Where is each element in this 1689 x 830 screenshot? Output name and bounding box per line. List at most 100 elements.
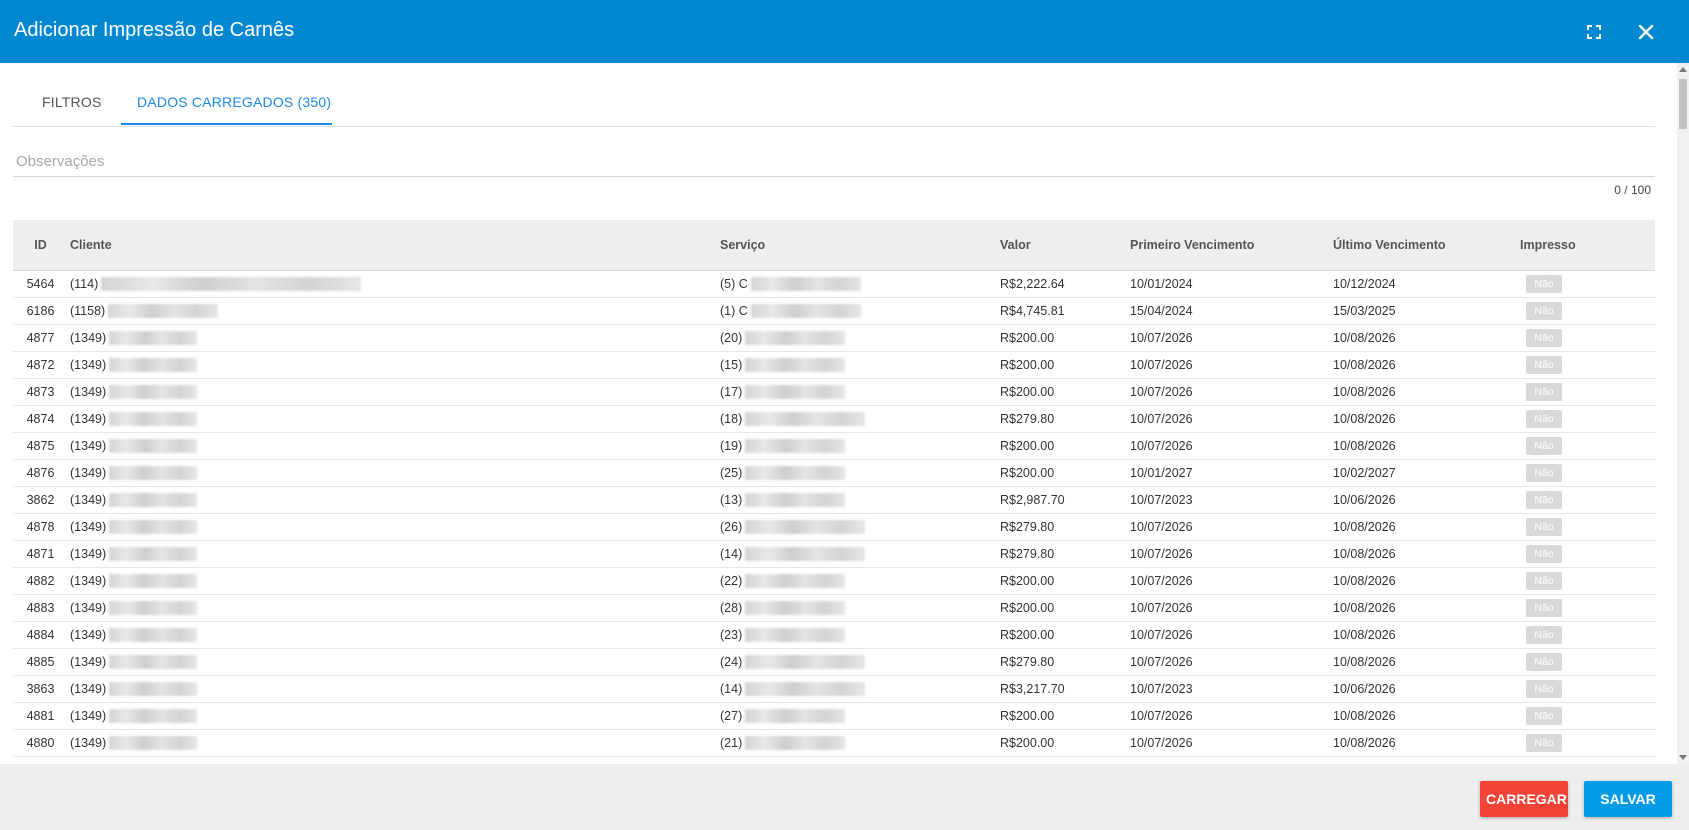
cell-ultimo-vencimento-text: 10/08/2026: [1333, 574, 1396, 588]
cell-ultimo-vencimento-text: 10/08/2026: [1333, 709, 1396, 723]
table-row[interactable]: 4885 (1349) (24) R$279.80 10/07/2026 10/08/20…: [13, 648, 1655, 676]
redacted-text: [745, 709, 846, 724]
cell-cliente: (1349): [68, 675, 720, 703]
table-row[interactable]: 4874 (1349) (18) R$279.80 10/07/2026 10/08/20…: [13, 405, 1655, 433]
cell-valor-text: R$2,987.70: [1000, 493, 1065, 507]
scrollbar-thumb[interactable]: [1679, 79, 1687, 129]
impresso-status-badge: Não: [1526, 653, 1562, 671]
cell-cliente-text: (1349): [70, 573, 107, 588]
table-row[interactable]: 4876 (1349) (25) R$200.00 10/01/2027 10/02/20…: [13, 459, 1655, 487]
cell-cliente-text: (1158): [70, 303, 106, 318]
table-row[interactable]: 4877 (1349) (20) R$200.00 10/07/2026 10/08/20…: [13, 324, 1655, 352]
redacted-text: [745, 439, 846, 454]
redacted-text: [109, 628, 198, 643]
redacted-text: [109, 466, 198, 481]
table-row[interactable]: 4882 (1349) (22) R$200.00 10/07/2026 10/08/20…: [13, 567, 1655, 595]
cell-primeiro-vencimento: 10/07/2026: [1130, 621, 1333, 649]
column-header-primeiro-vencimento[interactable]: Primeiro Vencimento: [1130, 220, 1333, 271]
cell-cliente-text: (1349): [70, 708, 107, 723]
active-tab-indicator: [121, 123, 332, 125]
tab-filtros[interactable]: FILTROS: [42, 94, 101, 110]
column-header-impresso[interactable]: Impresso: [1520, 220, 1655, 271]
table-row[interactable]: 4883 (1349) (28) R$200.00 10/07/2026 10/08/20…: [13, 594, 1655, 622]
cell-servico-text: (14): [720, 546, 743, 561]
table-row[interactable]: 6186 (1158) (1) C R$4,745.81 15/04/2024 15/03…: [13, 297, 1655, 325]
table-row[interactable]: 4881 (1349) (27) R$200.00 10/07/2026 10/08/20…: [13, 702, 1655, 730]
cell-ultimo-vencimento: 10/08/2026: [1333, 378, 1520, 406]
column-header-cliente[interactable]: Cliente: [68, 220, 720, 271]
cell-id: 4882: [13, 567, 68, 595]
fullscreen-icon[interactable]: [1580, 18, 1608, 46]
impresso-status-badge: Não: [1526, 437, 1562, 455]
cell-ultimo-vencimento-text: 10/06/2026: [1333, 493, 1396, 507]
cell-servico-text: (20): [720, 330, 743, 345]
scroll-down-arrow-icon[interactable]: [1679, 755, 1687, 760]
cell-ultimo-vencimento-text: 10/08/2026: [1333, 601, 1396, 615]
cell-cliente-text: (1349): [70, 735, 107, 750]
column-header-valor[interactable]: Valor: [1000, 220, 1130, 271]
cell-cliente: (1349): [68, 594, 720, 622]
impresso-status-badge: Não: [1526, 491, 1562, 509]
cell-servico-text: (21): [720, 735, 743, 750]
table-row[interactable]: 4875 (1349) (19) R$200.00 10/07/2026 10/08/20…: [13, 432, 1655, 460]
redacted-text: [745, 601, 846, 616]
cell-primeiro-vencimento-text: 15/04/2024: [1130, 304, 1193, 318]
table-row[interactable]: 4873 (1349) (17) R$200.00 10/07/2026 10/08/20…: [13, 378, 1655, 406]
table-row[interactable]: 4878 (1349) (26) R$279.80 10/07/2026 10/08/20…: [13, 513, 1655, 541]
cell-servico: (1) C: [720, 297, 1000, 325]
cell-valor: R$3,217.70: [1000, 675, 1130, 703]
carregar-button[interactable]: CARREGAR: [1480, 781, 1568, 817]
cell-ultimo-vencimento-text: 10/08/2026: [1333, 331, 1396, 345]
impresso-status-badge: Não: [1526, 383, 1562, 401]
cell-impresso: Não: [1520, 621, 1655, 649]
cell-id-text: 4882: [26, 574, 55, 588]
cell-cliente: (1349): [68, 405, 720, 433]
redacted-text: [101, 277, 362, 292]
cell-ultimo-vencimento-text: 10/08/2026: [1333, 412, 1396, 426]
redacted-text: [109, 520, 198, 535]
tab-dados-carregados[interactable]: DADOS CARREGADOS (350): [137, 94, 331, 110]
cell-valor: R$200.00: [1000, 351, 1130, 379]
redacted-text: [109, 574, 198, 589]
cell-primeiro-vencimento: 10/07/2023: [1130, 486, 1333, 514]
redacted-text: [109, 601, 198, 616]
cell-valor: R$2,987.70: [1000, 486, 1130, 514]
cell-impresso: Não: [1520, 675, 1655, 703]
cell-valor: R$200.00: [1000, 621, 1130, 649]
cell-servico: (18): [720, 405, 1000, 433]
close-icon[interactable]: [1632, 18, 1660, 46]
cell-id: 4871: [13, 540, 68, 568]
observacoes-input[interactable]: [13, 147, 1655, 177]
table-row[interactable]: 4872 (1349) (15) R$200.00 10/07/2026 10/08/20…: [13, 351, 1655, 379]
cell-servico: (24): [720, 648, 1000, 676]
table-row[interactable]: 3862 (1349) (13) R$2,987.70 10/07/2023 10/06/…: [13, 486, 1655, 514]
cell-cliente-text: (1349): [70, 519, 107, 534]
cell-cliente-text: (1349): [70, 438, 107, 453]
column-header-ultimo-vencimento[interactable]: Último Vencimento: [1333, 220, 1520, 271]
salvar-button[interactable]: SALVAR: [1584, 781, 1672, 817]
vertical-scrollbar[interactable]: [1677, 63, 1689, 764]
data-table: ID Cliente Serviço Valor Primeiro Vencim…: [13, 220, 1655, 757]
cell-primeiro-vencimento-text: 10/07/2026: [1130, 736, 1193, 750]
table-row[interactable]: 3863 (1349) (14) R$3,217.70 10/07/2023 10/06/…: [13, 675, 1655, 703]
column-header-id[interactable]: ID: [13, 220, 68, 271]
cell-id-text: 4877: [26, 331, 55, 345]
table-row[interactable]: 4884 (1349) (23) R$200.00 10/07/2026 10/08/20…: [13, 621, 1655, 649]
cell-id-text: 4875: [26, 439, 55, 453]
cell-valor: R$279.80: [1000, 540, 1130, 568]
cell-valor-text: R$200.00: [1000, 574, 1055, 588]
table-row[interactable]: 4871 (1349) (14) R$279.80 10/07/2026 10/08/20…: [13, 540, 1655, 568]
cell-id: 3863: [13, 675, 68, 703]
column-header-servico[interactable]: Serviço: [720, 220, 1000, 271]
cell-ultimo-vencimento: 10/08/2026: [1333, 540, 1520, 568]
table-row[interactable]: 4880 (1349) (21) R$200.00 10/07/2026 10/08/20…: [13, 729, 1655, 757]
cell-primeiro-vencimento: 10/07/2026: [1130, 702, 1333, 730]
table-row[interactable]: 5464 (114) (5) C R$2,222.64 10/01/2024 10/12/…: [13, 270, 1655, 298]
cell-impresso: Não: [1520, 567, 1655, 595]
cell-ultimo-vencimento: 15/03/2025: [1333, 297, 1520, 325]
cell-cliente-text: (1349): [70, 330, 107, 345]
scroll-up-arrow-icon[interactable]: [1679, 67, 1687, 72]
redacted-text: [109, 439, 198, 454]
cell-id-text: 4878: [26, 520, 55, 534]
cell-cliente: (1158): [68, 297, 720, 325]
